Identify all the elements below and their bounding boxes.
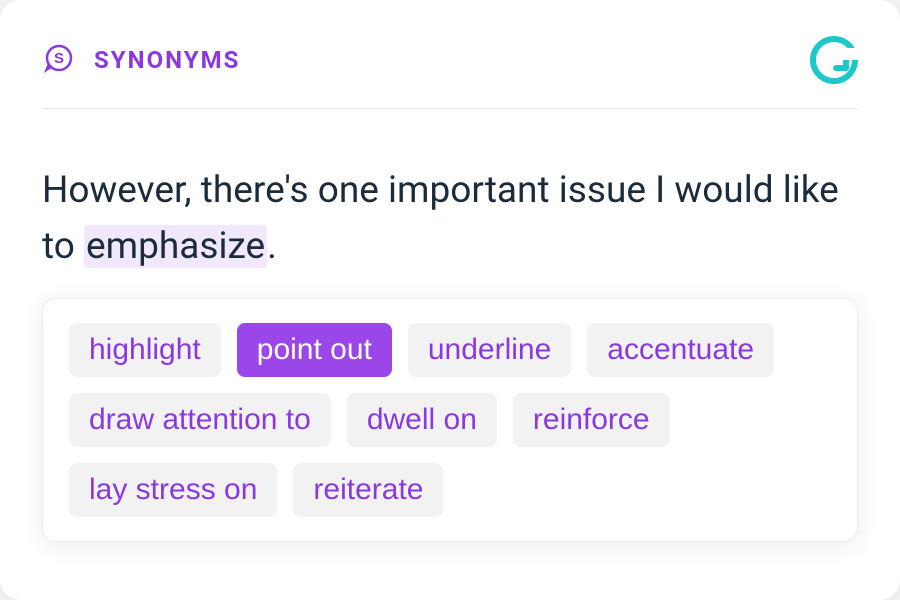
synonym-chip[interactable]: point out [237,323,392,377]
card-header: S SYNONYMS [42,36,858,109]
header-title: SYNONYMS [94,46,240,74]
synonym-chip[interactable]: dwell on [347,393,497,447]
sentence-after: . [267,225,277,268]
synonym-chip[interactable]: lay stress on [69,463,277,517]
suggestions-panel: highlight point out underline accentuate dra… [42,298,858,542]
synonym-chip[interactable]: reinforce [513,393,670,447]
synonyms-icon: S [42,43,76,77]
synonym-chip[interactable]: accentuate [587,323,774,377]
card-content: However, there's one important issue I w… [42,109,858,542]
grammarly-logo-icon [810,36,858,84]
synonyms-card: S SYNONYMS However, there's one importan… [0,0,900,600]
svg-text:S: S [54,50,64,67]
example-sentence: However, there's one important issue I w… [42,163,858,274]
synonym-chip[interactable]: reiterate [293,463,443,517]
synonym-chip[interactable]: draw attention to [69,393,331,447]
synonym-chip[interactable]: highlight [69,323,221,377]
highlighted-word[interactable]: emphasize [84,225,267,268]
header-left: S SYNONYMS [42,43,240,77]
synonym-chip[interactable]: underline [408,323,571,377]
